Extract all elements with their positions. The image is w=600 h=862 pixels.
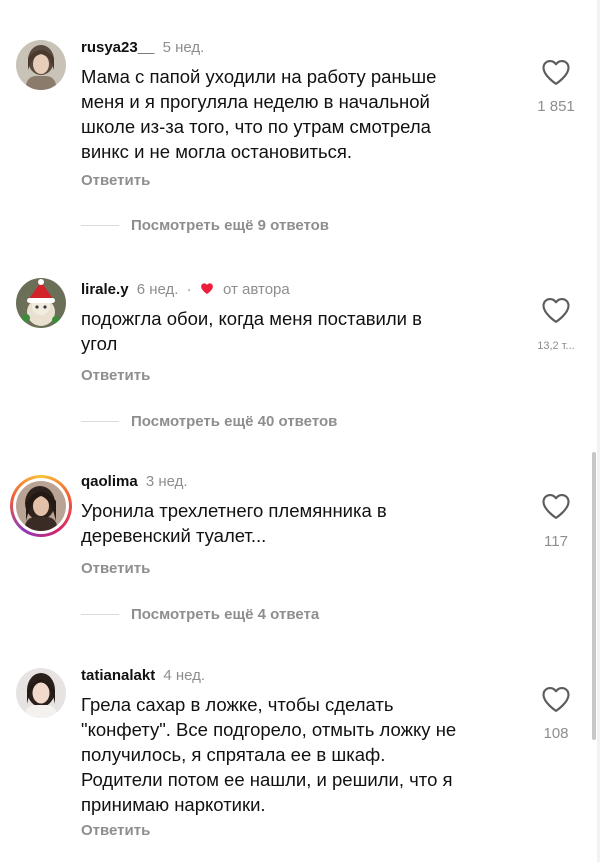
username[interactable]: lirale.y [81, 281, 129, 298]
like-button[interactable] [541, 296, 571, 324]
timestamp: 6 нед. [136, 281, 179, 298]
red-heart-icon [200, 283, 213, 295]
divider [81, 224, 119, 226]
reply-button[interactable]: Ответить [81, 560, 150, 577]
comment-text-line: Уронила трехлетнего племянника в [81, 500, 387, 521]
comment-text: Мама с папой уходили на работу раньше ме… [81, 64, 521, 164]
divider [81, 420, 119, 422]
story-avatar[interactable] [10, 475, 72, 537]
heart-outline-icon [542, 297, 570, 323]
comment-text-line: подожгла обои, когда меня поставили в [81, 308, 422, 329]
comment-text-line: школе из-за того, что по утрам смотрела [81, 116, 431, 137]
reply-button[interactable]: Ответить [81, 172, 150, 189]
view-replies-label: Посмотреть ещё 9 ответов [131, 216, 330, 234]
view-replies-button[interactable]: Посмотреть ещё 4 ответа [81, 604, 319, 624]
avatar[interactable] [16, 668, 66, 718]
reply-button[interactable]: Ответить [81, 822, 150, 839]
like-count: 13,2 т... [537, 340, 575, 352]
comment-text-line: угол [81, 333, 118, 354]
author-like-label: от автора [222, 281, 290, 298]
like-button[interactable] [541, 58, 571, 86]
comment-text-line: Родители потом ее нашли, и решили, что я [81, 769, 453, 790]
username[interactable]: rusya23__ [81, 39, 154, 56]
comments-list: rusya23__ 5 нед. Мама с папой уходили на… [0, 0, 600, 862]
avatar[interactable] [16, 278, 66, 328]
username[interactable]: tatianalakt [81, 667, 155, 684]
like-count: 108 [543, 725, 569, 742]
comment-text: Уронила трехлетнего племянника в деревен… [81, 498, 521, 548]
comment-text-line: деревенский туалет... [81, 525, 267, 546]
timestamp: 5 нед. [162, 39, 205, 56]
view-replies-button[interactable]: Посмотреть ещё 40 ответов [81, 411, 337, 431]
heart-outline-icon [542, 493, 570, 519]
comment-text-line: "конфету". Все подгорело, отмыть ложку н… [81, 719, 457, 740]
comment-text-line: Мама с папой уходили на работу раньше [81, 66, 437, 87]
reply-button[interactable]: Ответить [81, 367, 150, 384]
view-replies-button[interactable]: Посмотреть ещё 9 ответов [81, 215, 329, 235]
separator: · [186, 281, 192, 298]
like-count: 1 851 [537, 98, 575, 115]
comment-text-line: принимаю наркотики. [81, 794, 266, 815]
scrollbar[interactable] [592, 452, 596, 740]
view-replies-label: Посмотреть ещё 4 ответа [131, 605, 320, 623]
like-button[interactable] [541, 685, 571, 713]
comment-text-line: меня и я прогуляла неделю в начальной [81, 91, 430, 112]
comment-text-line: получилось, я спрятала ее в шкаф. [81, 744, 386, 765]
heart-outline-icon [542, 59, 570, 85]
username[interactable]: qaolima [81, 473, 138, 490]
view-replies-label: Посмотреть ещё 40 ответов [131, 412, 338, 430]
comment-text: Грела сахар в ложке, чтобы сделать "конф… [81, 692, 521, 817]
like-button[interactable] [541, 492, 571, 520]
timestamp: 3 нед. [145, 473, 188, 490]
comment-text: подожгла обои, когда меня поставили в уг… [81, 306, 521, 356]
heart-outline-icon [542, 686, 570, 712]
comment-text-line: Грела сахар в ложке, чтобы сделать [81, 694, 394, 715]
divider [81, 613, 119, 615]
avatar[interactable] [16, 40, 66, 90]
comment-text-line: винкс и не могла остановиться. [81, 141, 353, 162]
like-count: 117 [544, 533, 568, 550]
timestamp: 4 нед. [163, 667, 206, 684]
